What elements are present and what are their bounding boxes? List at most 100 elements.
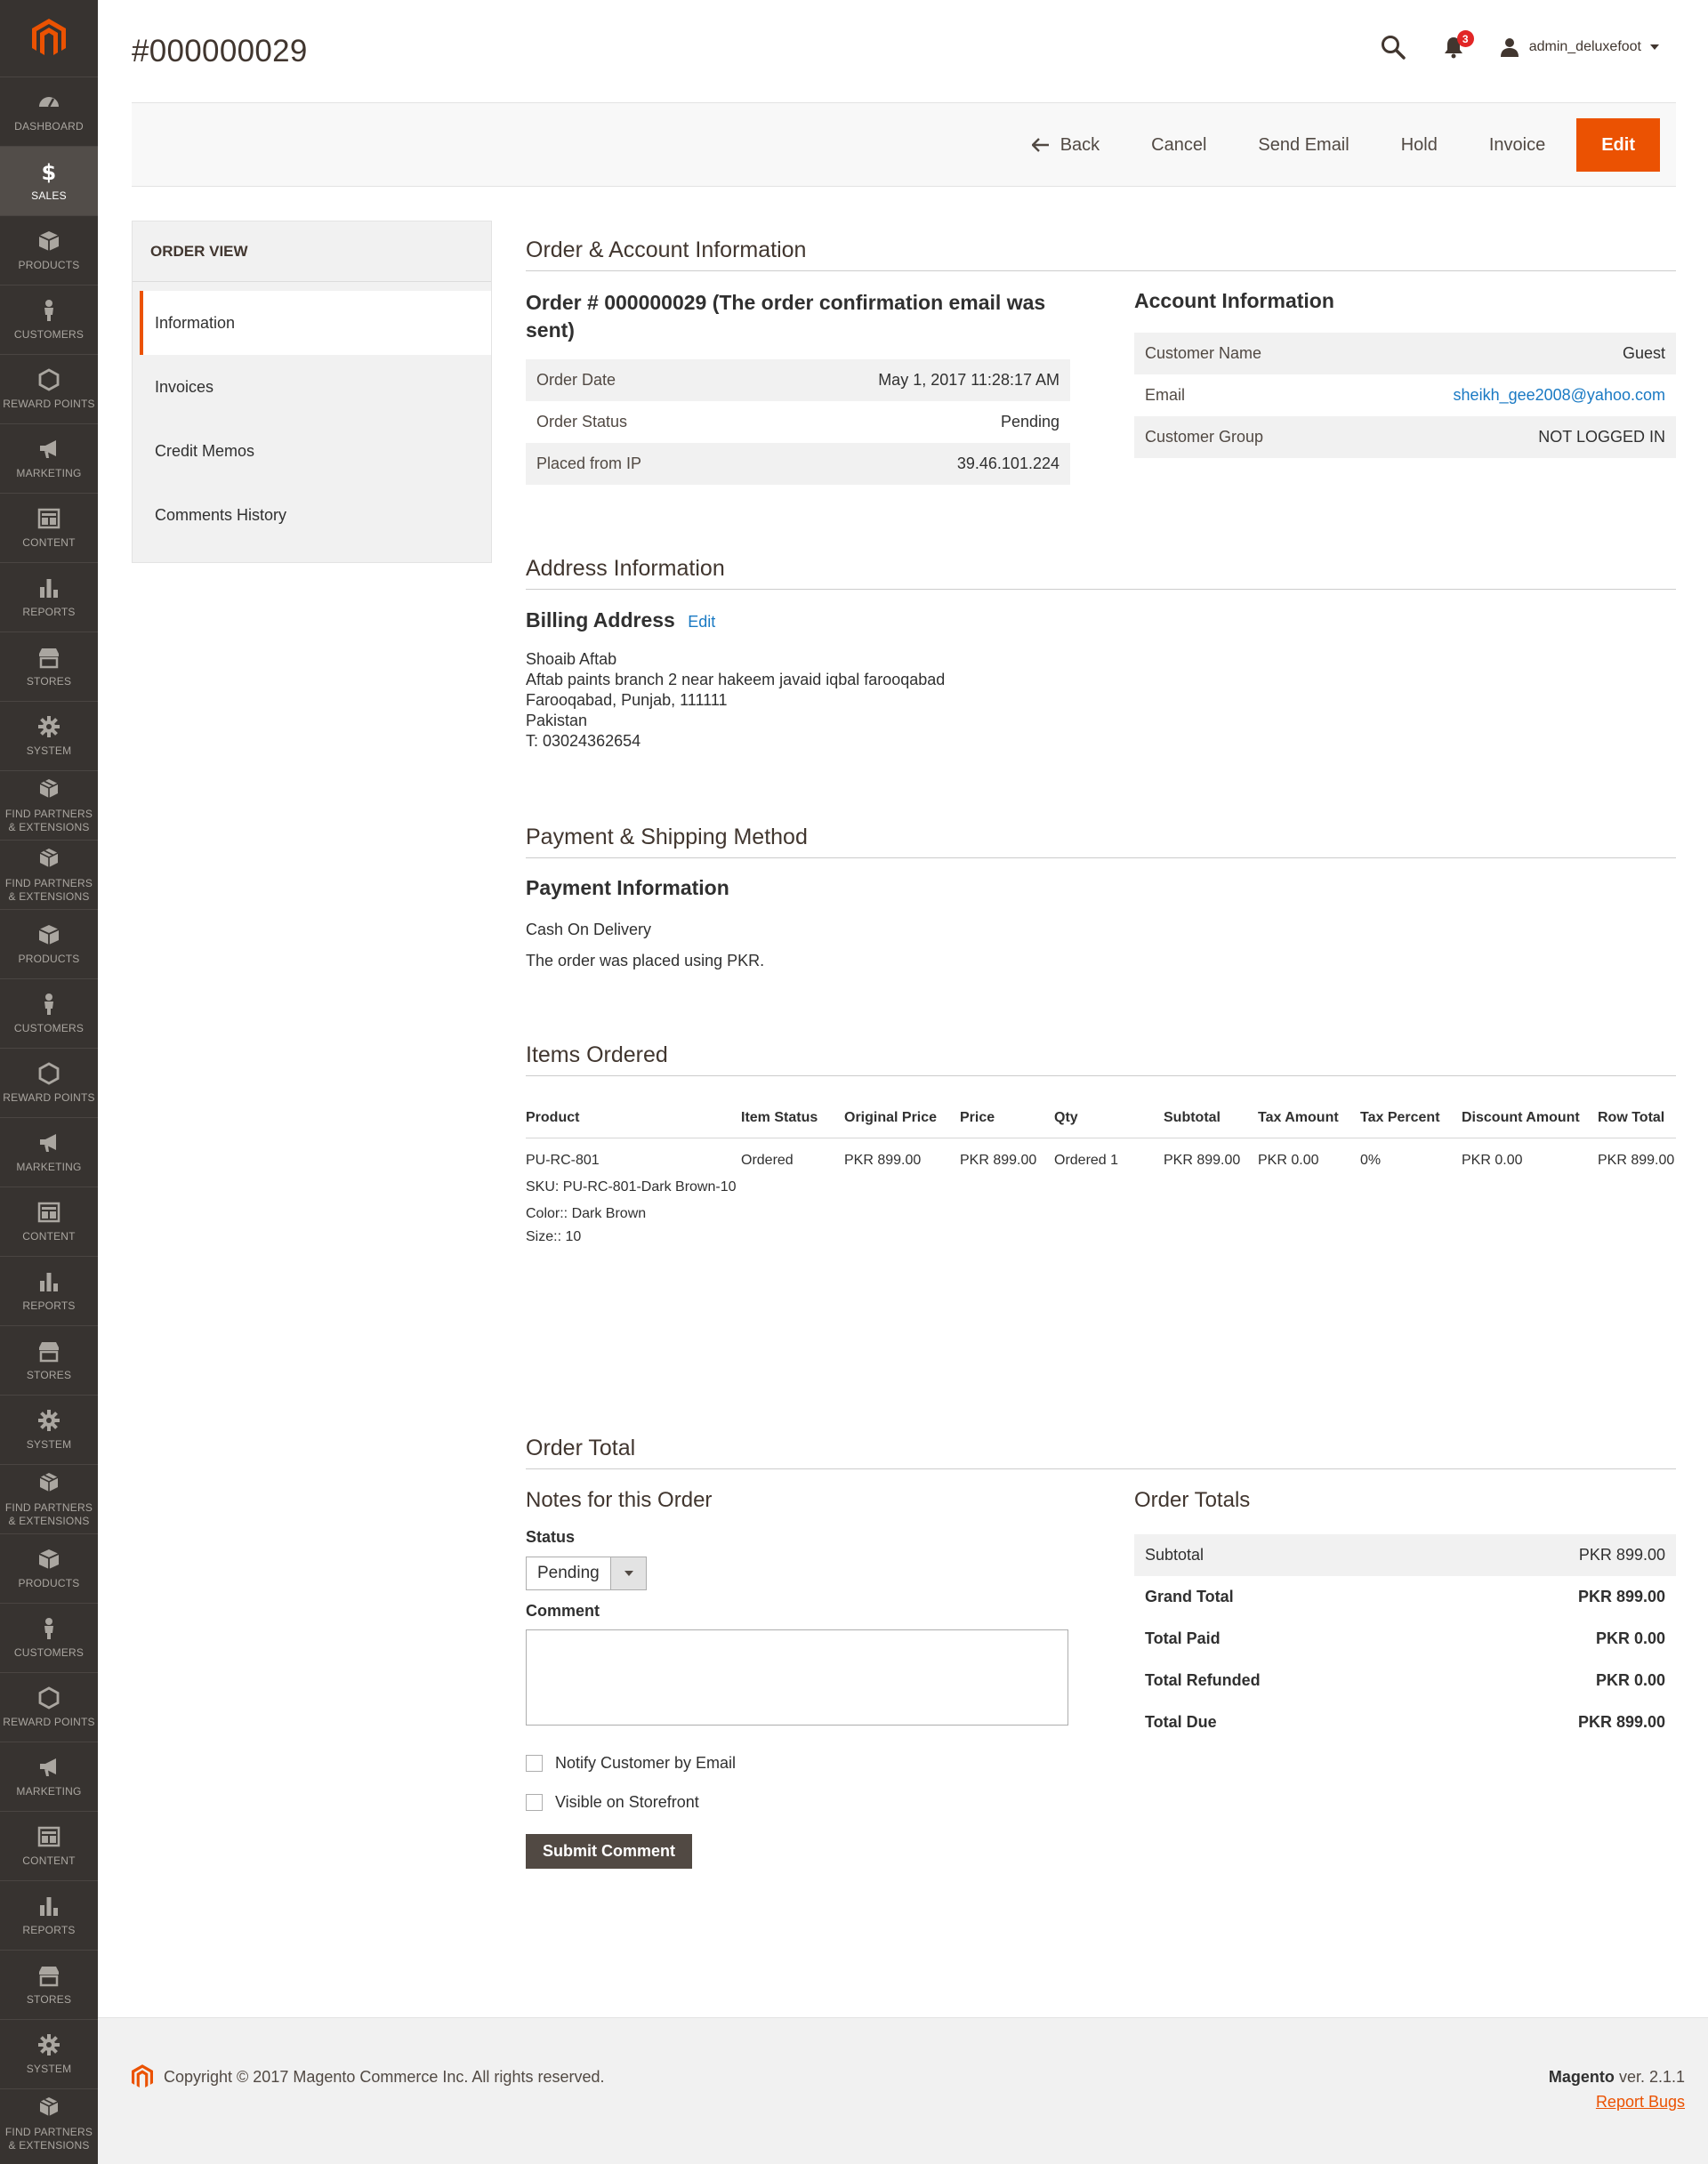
subtotal-label: Subtotal (1134, 1534, 1437, 1576)
sidebar-item-label: CONTENT (22, 536, 76, 549)
tab-invoices[interactable]: Invoices (133, 355, 491, 419)
storefront-icon (36, 1963, 61, 1988)
sidebar-item-stores[interactable]: STORES (0, 1325, 98, 1395)
total-paid-value: PKR 0.00 (1595, 1629, 1665, 1647)
gear-icon (36, 2032, 61, 2057)
order-totals-table: Subtotal PKR 899.00 Grand Total PKR 899.00… (1134, 1534, 1676, 1743)
cancel-order-button[interactable]: Cancel (1125, 118, 1232, 172)
visible-storefront-row[interactable]: Visible on Storefront (526, 1793, 699, 1812)
notify-customer-row[interactable]: Notify Customer by Email (526, 1754, 736, 1773)
sidebar-item-label: FIND PARTNERS & EXTENSIONS (4, 1500, 93, 1527)
totals-row: Total Due PKR 899.00 (1134, 1701, 1676, 1743)
sidebar-item-content[interactable]: CONTENT (0, 1811, 98, 1880)
sidebar-item-dashboard[interactable]: DASHBOARD (0, 76, 98, 146)
sidebar-item-customers[interactable]: CUSTOMERS (0, 978, 98, 1048)
address-line: Farooqabad, Punjab, 111111 (526, 691, 728, 709)
back-button[interactable]: Back (1006, 118, 1125, 172)
copyright: Copyright © 2017 Magento Commerce Inc. A… (132, 2064, 604, 2089)
account-info-heading: Account Information (1134, 289, 1334, 312)
edit-order-button[interactable]: Edit (1576, 118, 1660, 172)
sidebar-item-reports[interactable]: REPORTS (0, 562, 98, 632)
magento-logo[interactable] (0, 0, 98, 76)
sidebar-item-find-partners-extensions[interactable]: FIND PARTNERS & EXTENSIONS (0, 2088, 98, 2158)
order-info-row: Order Status Pending (526, 401, 1070, 443)
submit-comment-button[interactable]: Submit Comment (526, 1834, 692, 1869)
notify-customer-checkbox[interactable] (526, 1755, 543, 1772)
bar-chart-icon (36, 1269, 61, 1294)
megaphone-icon (36, 437, 61, 462)
total-refunded-label: Total Refunded (1145, 1671, 1261, 1689)
sidebar-item-products[interactable]: PRODUCTS (0, 909, 98, 978)
sidebar-item-reports[interactable]: REPORTS (0, 1880, 98, 1950)
sidebar-item-sales[interactable]: $ SALES (0, 146, 98, 215)
sidebar-item-reward-points[interactable]: REWARD POINTS (0, 354, 98, 423)
sidebar-item-system[interactable]: SYSTEM (0, 701, 98, 770)
sidebar-item-stores[interactable]: STORES (0, 632, 98, 701)
sidebar-item-stores[interactable]: STORES (0, 1950, 98, 2019)
sidebar-item-label: SYSTEM (26, 2063, 72, 2075)
sidebar-item-label: REPORTS (22, 1299, 76, 1312)
tabs-title: ORDER VIEW (133, 221, 491, 282)
person-icon (36, 1616, 61, 1641)
sidebar-item-products[interactable]: PRODUCTS (0, 215, 98, 285)
sidebar-item-customers[interactable]: CUSTOMERS (0, 1603, 98, 1672)
sidebar-item-system[interactable]: SYSTEM (0, 1395, 98, 1464)
sidebar-item-marketing[interactable]: MARKETING (0, 423, 98, 493)
invoice-button[interactable]: Invoice (1463, 118, 1571, 172)
edit-billing-address-link[interactable]: Edit (688, 613, 715, 631)
sidebar-item-find-partners-extensions[interactable]: FIND PARTNERS & EXTENSIONS (0, 770, 98, 840)
col-qty: Qty (1054, 1103, 1164, 1138)
address-line: T: 03024362654 (526, 732, 641, 750)
sidebar-item-find-partners-extensions[interactable]: FIND PARTNERS & EXTENSIONS (0, 1464, 98, 1533)
tab-information[interactable]: Information (140, 291, 491, 355)
notifications-bell-icon[interactable]: 3 (1438, 30, 1474, 62)
comment-textarea[interactable] (526, 1629, 1068, 1726)
hexagon-icon (36, 367, 61, 392)
sidebar-item-products[interactable]: PRODUCTS (0, 1533, 98, 1603)
chevron-down-icon (610, 1557, 646, 1589)
sidebar-item-label: REWARD POINTS (3, 1091, 95, 1104)
back-label: Back (1059, 134, 1100, 155)
notes-heading: Notes for this Order (526, 1488, 713, 1512)
boxes-icon (36, 1471, 61, 1496)
sidebar-item-label: SALES (31, 189, 67, 202)
qty-cell: Ordered 1 (1054, 1153, 1119, 1168)
sidebar-item-system[interactable]: SYSTEM (0, 2019, 98, 2088)
sidebar-item-content[interactable]: CONTENT (0, 493, 98, 562)
user-account-menu[interactable]: admin_deluxefoot (1499, 36, 1659, 58)
address-line: Shoaib Aftab (526, 650, 617, 668)
hold-button[interactable]: Hold (1375, 118, 1463, 172)
tab-credit-memos[interactable]: Credit Memos (133, 419, 491, 483)
send-email-button[interactable]: Send Email (1232, 118, 1374, 172)
search-icon[interactable] (1378, 32, 1408, 62)
customer-email-link[interactable]: sheikh_gee2008@yahoo.com (1454, 386, 1665, 404)
tab-comments-history[interactable]: Comments History (133, 483, 491, 547)
megaphone-icon (36, 1130, 61, 1155)
version-text: ver. 2.1.1 (1618, 2068, 1685, 2086)
sidebar-item-reward-points[interactable]: REWARD POINTS (0, 1672, 98, 1742)
totals-row: Total Paid PKR 0.00 (1134, 1618, 1676, 1660)
table-row: PU-RC-801 SKU: PU-RC-801-Dark Brown-10 C… (526, 1138, 1676, 1248)
sidebar-item-marketing[interactable]: MARKETING (0, 1742, 98, 1811)
sidebar-item-content[interactable]: CONTENT (0, 1187, 98, 1256)
sidebar-item-label: CONTENT (22, 1854, 76, 1867)
sidebar-item-marketing[interactable]: MARKETING (0, 1117, 98, 1187)
cube-icon (36, 1547, 61, 1572)
bar-chart-icon (36, 1894, 61, 1919)
caret-down-icon (1650, 44, 1659, 50)
section-order-total-title: Order Total (526, 1436, 1676, 1469)
visible-storefront-checkbox[interactable] (526, 1794, 543, 1811)
sidebar-item-label: CUSTOMERS (13, 1646, 85, 1659)
status-select[interactable]: Pending (526, 1557, 647, 1590)
sidebar-item-reward-points[interactable]: REWARD POINTS (0, 1048, 98, 1117)
boxes-icon (36, 2096, 61, 2120)
sidebar-item-label: FIND PARTNERS & EXTENSIONS (4, 876, 93, 903)
col-item-status: Item Status (741, 1103, 844, 1138)
payment-info-heading: Payment Information (526, 876, 729, 899)
brand-name: Magento (1548, 2068, 1615, 2086)
sidebar-item-reports[interactable]: REPORTS (0, 1256, 98, 1325)
sidebar-item-label: STORES (26, 1993, 72, 2006)
sidebar-item-customers[interactable]: CUSTOMERS (0, 285, 98, 354)
sidebar-item-find-partners-extensions[interactable]: FIND PARTNERS & EXTENSIONS (0, 840, 98, 909)
report-bugs-link[interactable]: Report Bugs (1596, 2093, 1685, 2111)
